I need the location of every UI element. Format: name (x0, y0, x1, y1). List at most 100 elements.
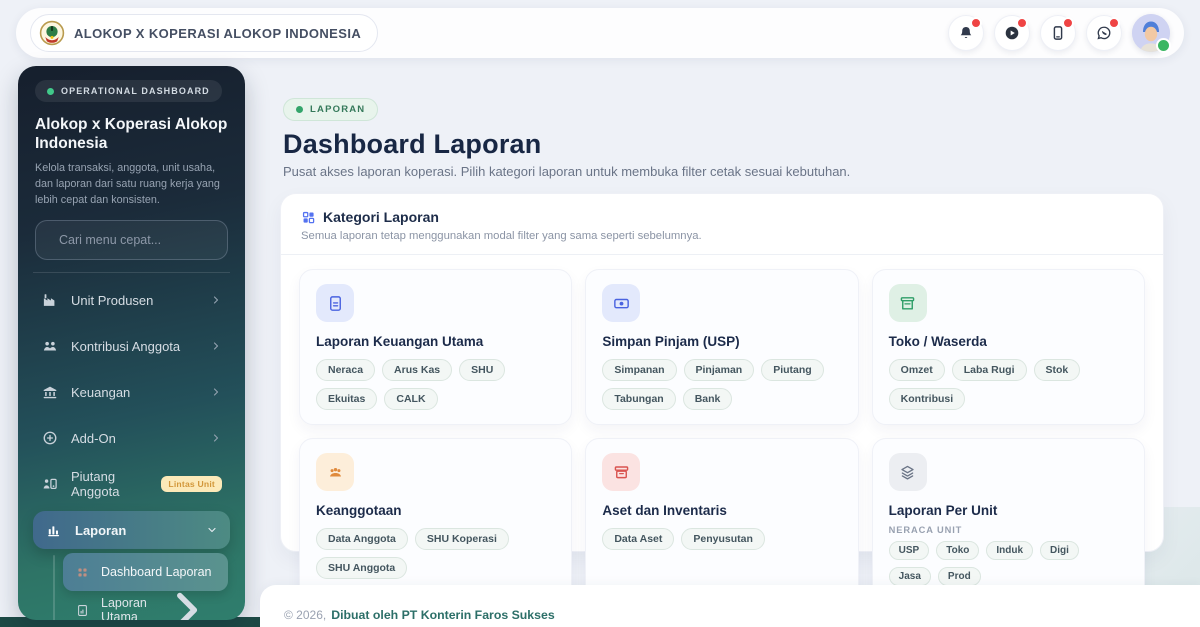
divider (33, 272, 230, 274)
chip-list: Neraca Arus Kas SHU Ekuitas CALK (316, 359, 555, 410)
panel-header: Kategori Laporan Semua laporan tetap men… (281, 194, 1163, 255)
sidebar-item-label: Add-On (71, 430, 116, 446)
chip: Toko (936, 541, 980, 560)
app-window: ALOKOP X KOPERASI ALOKOP INDONESIA OPERA… (0, 0, 1200, 627)
storefront-icon (900, 296, 915, 310)
page-subtitle: Pusat akses laporan koperasi. Pilih kate… (283, 164, 851, 179)
notifications-button[interactable] (948, 15, 984, 51)
chip: CALK (384, 388, 438, 410)
chip: Bank (682, 388, 733, 410)
category-card-toko-waserda[interactable]: Toko / Waserda Omzet Laba Rugi Stok Kont… (871, 269, 1145, 425)
sidebar-subitem-label: Laporan Utama (101, 596, 147, 620)
sidebar-subitem-laporan-utama[interactable]: Laporan Utama (63, 591, 228, 620)
card-title: Laporan Per Unit (888, 503, 998, 518)
chip: Kontribusi (888, 388, 966, 410)
notification-dot (1062, 17, 1074, 29)
chip-list: Data Aset Penyusutan (602, 528, 841, 550)
user-avatar[interactable] (1132, 14, 1171, 53)
sidebar-subitem-label: Dashboard Laporan (101, 565, 212, 580)
category-grid-icon (302, 211, 315, 223)
chip: Arus Kas (382, 359, 453, 381)
sidebar-nav: Unit Produsen Kontribusi Anggota Keuanga… (33, 277, 230, 620)
sidebar-item-laporan[interactable]: Laporan (33, 511, 230, 550)
sidebar-item-label: Piutang Anggota (71, 469, 120, 500)
topbar: ALOKOP X KOPERASI ALOKOP INDONESIA (16, 8, 1184, 58)
grid-icon (78, 568, 87, 577)
online-status-dot (1156, 38, 1171, 53)
chip: Pinjaman (683, 359, 755, 381)
sidebar-item-label: Laporan (75, 522, 127, 538)
chevron-right-icon (213, 388, 219, 396)
search-input[interactable] (57, 232, 222, 249)
card-icon-tile (602, 453, 641, 491)
category-card-laporan-keuangan-utama[interactable]: Laporan Keuangan Utama Neraca Arus Kas S… (299, 269, 573, 425)
sidebar-badge-label: OPERATIONAL DASHBOARD (61, 86, 210, 96)
card-icon-tile (888, 284, 927, 322)
chevron-down-icon (208, 528, 216, 533)
sidebar-item-keuangan[interactable]: Keuangan (35, 369, 228, 415)
copyright-text: © 2026, (284, 608, 327, 622)
chip-group-label: NERACA UNIT (888, 525, 963, 535)
card-title: Laporan Keuangan Utama (316, 334, 484, 349)
page-title: Dashboard Laporan (283, 129, 542, 159)
chip: Stok (1033, 359, 1081, 381)
whatsapp-button[interactable] (1086, 15, 1122, 51)
koperasi-logo-icon (39, 20, 65, 46)
chevron-right-icon (213, 296, 219, 304)
sidebar-submenu-laporan: Dashboard Laporan Laporan Utama (53, 553, 228, 620)
chip: SHU (459, 359, 506, 381)
status-dot-icon (296, 106, 303, 113)
topbar-actions (948, 14, 1171, 53)
mobile-app-button[interactable] (1040, 15, 1076, 51)
sidebar-item-label: Unit Produsen (71, 292, 154, 308)
chip-list: Data Anggota SHU Koperasi SHU Anggota (316, 528, 555, 579)
chip: Laba Rugi (951, 359, 1027, 381)
sidebar-item-label: Kontribusi Anggota (71, 338, 181, 354)
card-title: Toko / Waserda (888, 334, 987, 349)
bar-chart-icon (48, 526, 60, 537)
category-cards-grid: Laporan Keuangan Utama Neraca Arus Kas S… (281, 255, 1163, 627)
document-icon (329, 295, 341, 311)
chevron-right-icon (176, 593, 197, 620)
factory-icon (43, 294, 55, 307)
bank-icon (43, 386, 57, 399)
page-header: LAPORAN Dashboard Laporan Pusat akses la… (260, 66, 1200, 179)
chip: SHU Koperasi (414, 528, 509, 550)
category-card-simpan-pinjam[interactable]: Simpan Pinjam (USP) Simpanan Pinjaman Pi… (585, 269, 859, 425)
sidebar-item-label: Keuangan (71, 384, 131, 400)
card-icon-tile (316, 284, 354, 322)
chip: Neraca (316, 359, 376, 381)
chip: Prod (937, 567, 981, 586)
credit-link[interactable]: Dibuat oleh PT Konterin Faros Sukses (331, 608, 554, 622)
status-dot-icon (47, 87, 54, 95)
media-button[interactable] (994, 15, 1030, 51)
sidebar-item-piutang-anggota[interactable]: Piutang Anggota Lintas Unit (35, 461, 228, 507)
plus-circle-icon (43, 431, 57, 445)
brand-title: ALOKOP X KOPERASI ALOKOP INDONESIA (74, 25, 362, 41)
card-title: Aset dan Inventaris (602, 503, 727, 518)
sidebar-item-unit-produsen[interactable]: Unit Produsen (35, 277, 228, 323)
sidebar-item-add-on[interactable]: Add-On (35, 415, 228, 461)
sidebar: OPERATIONAL DASHBOARD Alokop x Koperasi … (18, 66, 245, 620)
panel-title: Kategori Laporan (323, 209, 439, 225)
chip: USP (888, 541, 930, 560)
chip: Omzet (888, 359, 945, 381)
chip-list: Omzet Laba Rugi Stok Kontribusi (888, 359, 1128, 410)
card-icon-tile (316, 453, 354, 491)
chip: Jasa (888, 567, 931, 586)
notification-dot (1108, 17, 1120, 29)
card-title: Keanggotaan (316, 503, 402, 518)
sidebar-mode-badge: OPERATIONAL DASHBOARD (35, 80, 222, 102)
chip: Data Aset (602, 528, 675, 550)
banknote-icon (613, 298, 629, 308)
chip: SHU Anggota (316, 557, 408, 579)
chip: Ekuitas (316, 388, 378, 410)
sidebar-item-kontribusi-anggota[interactable]: Kontribusi Anggota (35, 323, 228, 369)
chevron-right-icon (213, 434, 219, 442)
people-icon (329, 467, 341, 476)
lintas-unit-badge: Lintas Unit (161, 476, 222, 493)
brand-home-link[interactable]: ALOKOP X KOPERASI ALOKOP INDONESIA (30, 14, 379, 52)
section-badge: LAPORAN (283, 98, 379, 121)
chip-list: USP Toko Induk Digi Jasa Prod (888, 541, 1128, 586)
sidebar-search[interactable] (35, 220, 228, 261)
